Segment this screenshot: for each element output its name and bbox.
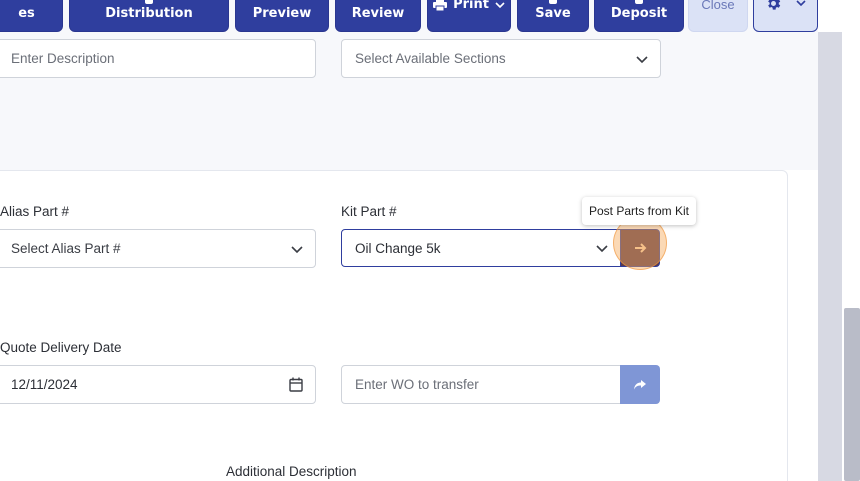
preview-button[interactable]: Preview — [235, 0, 329, 32]
gear-icon — [768, 0, 781, 10]
wo-transfer-input[interactable]: Enter WO to transfer — [341, 365, 621, 404]
deposit-button-label: Deposit — [610, 6, 668, 21]
chevron-down-icon — [596, 245, 608, 253]
distribution-icon — [145, 0, 153, 4]
kit-part-label: Kit Part # — [341, 204, 397, 219]
distribution-button-label: Distribution — [105, 6, 193, 21]
wo-transfer-placeholder: Enter WO to transfer — [355, 377, 479, 392]
deposit-icon — [635, 0, 643, 4]
share-arrow-icon — [634, 379, 646, 389]
sections-select[interactable]: Select Available Sections — [341, 39, 661, 78]
transfer-wo-button[interactable] — [620, 365, 660, 404]
close-button-label: Close — [701, 0, 735, 12]
quote-delivery-date-label: Quote Delivery Date — [0, 340, 122, 355]
print-button[interactable]: Print — [427, 0, 511, 32]
quote-delivery-date-value: 12/11/2024 — [11, 377, 78, 392]
preview-button-label: Preview — [252, 6, 312, 21]
calendar-icon[interactable] — [289, 377, 303, 392]
description-placeholder: Enter Description — [11, 51, 115, 66]
chevron-down-icon — [495, 2, 505, 9]
settings-menu-button[interactable] — [753, 0, 818, 32]
alias-part-placeholder: Select Alias Part # — [11, 241, 121, 256]
alias-part-label: Alias Part # — [0, 204, 70, 219]
sections-placeholder: Select Available Sections — [355, 51, 506, 66]
review-button[interactable]: Review — [335, 0, 421, 32]
chevron-down-icon — [291, 246, 303, 254]
review-button-label: Review — [351, 6, 405, 21]
quote-delivery-date-input[interactable]: 12/11/2024 — [0, 365, 316, 404]
chevron-down-icon — [636, 56, 648, 64]
kit-part-value: Oil Change 5k — [355, 240, 441, 256]
additional-description-label: Additional Description — [226, 464, 357, 479]
save-icon — [549, 0, 557, 4]
alias-part-select[interactable]: Select Alias Part # — [0, 229, 316, 268]
partial-toolbar-button[interactable]: es — [0, 0, 63, 32]
scrollbar-thumb[interactable] — [844, 308, 860, 481]
partial-button-label: es — [18, 6, 35, 21]
printer-icon — [433, 0, 448, 11]
description-input[interactable]: Enter Description — [0, 39, 316, 78]
print-button-label: Print — [453, 0, 489, 12]
save-button-label: Save — [535, 6, 571, 21]
distribution-button[interactable]: Distribution — [69, 0, 229, 32]
close-button[interactable]: Close — [688, 0, 748, 32]
save-button[interactable]: Save — [517, 0, 589, 32]
deposit-button[interactable]: Deposit — [594, 0, 684, 32]
post-parts-tooltip: Post Parts from Kit — [582, 197, 696, 225]
chevron-down-icon — [796, 0, 806, 7]
scrollbar-track[interactable] — [818, 32, 842, 481]
kit-part-select[interactable]: Oil Change 5k — [341, 229, 621, 267]
